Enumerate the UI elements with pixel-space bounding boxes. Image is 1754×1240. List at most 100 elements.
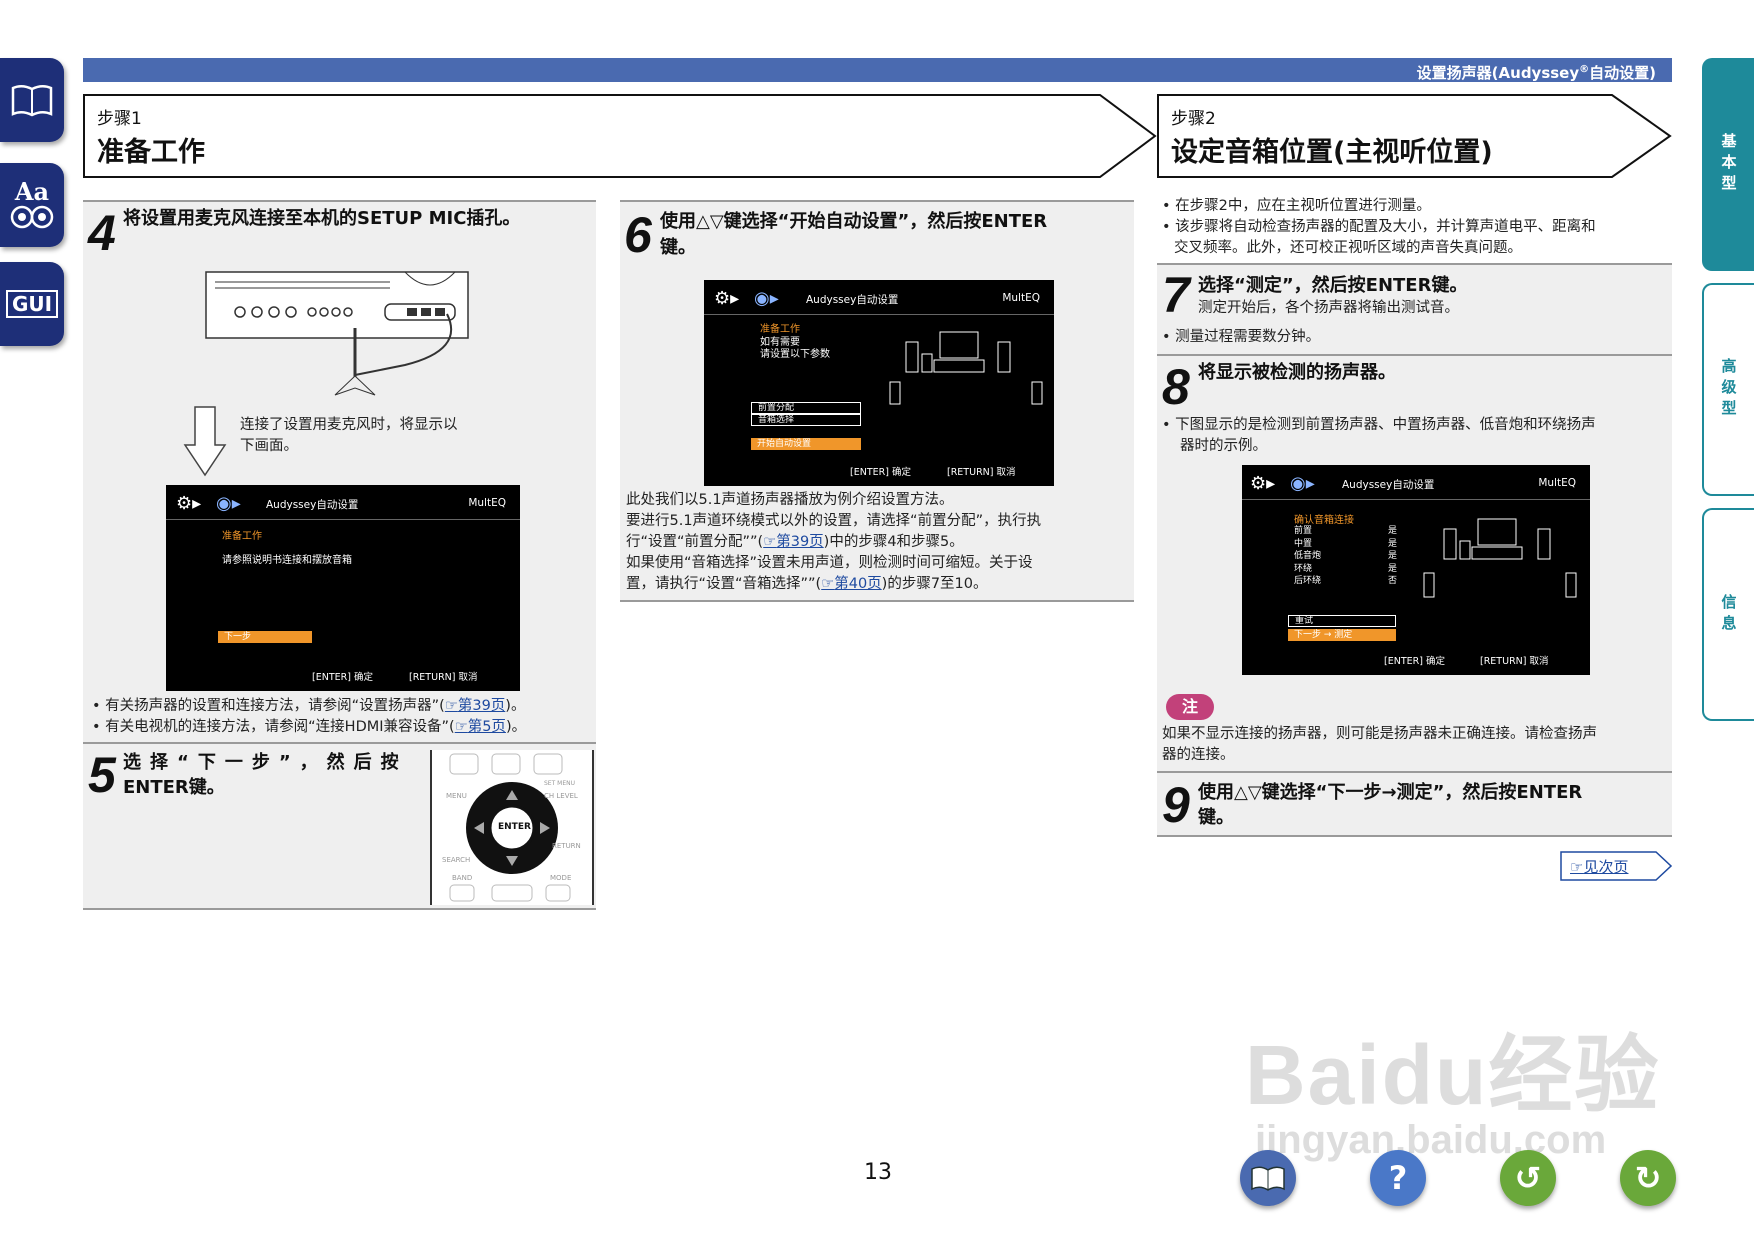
ch-level-button[interactable]: CH LEVEL [544,792,578,800]
step5-instruction: 选择“下一步”，然后按 [123,752,408,773]
step9-instruction: 使用△▽键选择“下一步→测定”，然后按ENTER [1198,782,1583,803]
bullet: 器时的示例。 [1180,438,1267,454]
screen-footer-enter: [ENTER] 确定 [1384,656,1445,667]
retry-option[interactable]: 重试 [1288,615,1396,627]
screen-footer-return: [RETURN] 取消 [1480,656,1549,667]
next-measure-option[interactable]: 下一步 → 测定 [1288,629,1396,641]
menu-button[interactable]: MENU [446,792,467,800]
step-number: 7 [1162,267,1190,323]
surround-speakers-icon [889,381,1043,405]
speaker-row: 低音炮是 [1294,551,1398,561]
tab-basic-label: 基本型 [1719,133,1738,196]
gear-icon: ⚙▸ [714,288,740,309]
caption-line: 连接了设置用麦克风时，将显示以 [240,417,458,433]
link-page-40[interactable]: ☞第40页 [821,576,881,592]
tv-screen-speaker-check: ⚙▸ ◉▸ Audyssey自动设置 MultEQ 确认音箱连接 前置是 中置是… [1242,465,1590,675]
speaker-list: 前置是 中置是 低音炮是 环绕是 后环绕否 [1294,525,1404,588]
speaker-select-option[interactable]: 音箱选择 [751,414,861,426]
forward-nav-button[interactable]: ↻ [1620,1150,1676,1206]
step5-instruction-2: ENTER键。 [123,777,225,798]
paragraph: 要进行5.1声道环绕模式以外的设置，请选择“前置分配”，执行执 [626,513,1042,529]
search-button[interactable]: SEARCH [442,856,470,864]
note-text: 器的连接。 [1162,747,1235,763]
bullet: • 该步骤将自动检查扬声器的配置及大小，并计算声道电平、距离和 [1162,219,1596,235]
return-button[interactable]: RETURN [552,842,581,850]
set-menu-label: SET MENU [544,780,576,787]
gui-icon: GUI [5,290,59,318]
paragraph: 如果使用“音箱选择”设置未用声道，则检测时间可缩短。关于设 [626,555,1033,571]
step6-instruction-2: 键。 [660,237,696,258]
down-arrow-icon [183,406,227,477]
step-number: 8 [1162,359,1190,415]
front-assign-option[interactable]: 前置分配 [751,402,861,414]
remote-illustration: ENTER MENU SEARCH RETURN CH LEVEL SET ME… [430,750,594,905]
step8-instruction: 将显示被检测的扬声器。 [1198,362,1396,383]
tab-info-label: 信息 [1719,593,1738,636]
tv-screen-prepare: ⚙▸ ◉▸ Audyssey自动设置 MultEQ 准备工作 请参照说明书连接和… [166,485,520,691]
gear-icon: ⚙▸ [1250,473,1276,494]
paragraph: 置，请执行“设置“音箱选择””(☞第40页)的步骤7至10。 [626,576,988,592]
tv-screen-start-setup: ⚙▸ ◉▸ Audyssey自动设置 MultEQ 准备工作 如有需要 请设置以… [704,280,1054,486]
link-page-5[interactable]: ☞第5页 [455,719,506,735]
mode-label: MODE [550,874,572,882]
speakers-icon [10,205,54,229]
start-auto-setup-option[interactable]: 开始自动设置 [751,438,861,450]
screen-title: Audyssey自动设置 [806,294,899,306]
help-nav-button[interactable]: ? [1370,1150,1426,1206]
receiver-mic-illustration [205,271,469,396]
tab-basic[interactable]: 基本型 [1702,58,1754,271]
mic-icon: ◉▸ [754,288,779,309]
tab-manual[interactable] [0,58,64,142]
screen-text: 请参照说明书连接和摆放音箱 [222,555,352,566]
manual-nav-button[interactable] [1240,1150,1296,1206]
bullet-speaker-setup: • 有关扬声器的设置和连接方法，请参阅“设置扬声器”(☞第39页)。 [92,698,526,714]
back-icon: ↺ [1514,1159,1542,1197]
speaker-row: 中置是 [1294,538,1398,549]
step1-title: 准备工作 [97,137,205,168]
note-badge: 注 [1166,694,1214,720]
tab-gui[interactable]: GUI [0,262,64,346]
step-number: 9 [1162,777,1190,833]
multeq-label: MultEQ [1538,477,1576,489]
caption-line: 下画面。 [240,438,298,454]
step4-instruction: 将设置用麦克风连接至本机的SETUP MIC插孔。 [123,208,521,229]
screen-text: 请设置以下参数 [760,349,830,360]
enter-button[interactable]: ENTER [498,822,531,832]
tab-advanced[interactable]: 高级型 [1702,283,1754,496]
next-step-option[interactable]: 下一步 [218,631,312,643]
paragraph: 此处我们以5.1声道扬声器播放为例介绍设置方法。 [626,492,954,508]
screen-footer-return: [RETURN] 取消 [409,672,478,683]
back-nav-button[interactable]: ↺ [1500,1150,1556,1206]
step1-label: 步骤1 [97,109,142,129]
speaker-row: 环绕是 [1294,563,1398,574]
step7-instruction: 选择“测定”，然后按ENTER键。 [1198,275,1468,296]
next-page-label: ☞见次页 [1570,858,1629,876]
step-number: 5 [88,747,116,803]
text-font-icon: Aa [14,177,50,206]
bullet: • 测量过程需要数分钟。 [1162,329,1321,345]
bullet: 交叉频率。此外，还可校正视听区域的声音失真问题。 [1174,240,1522,256]
step6-instruction: 使用△▽键选择“开始自动设置”，然后按ENTER [660,211,1048,232]
screen-title: Audyssey自动设置 [266,499,359,511]
paragraph: 行“设置“前置分配””(☞第39页)中的步骤4和步骤5。 [626,534,964,550]
mic-icon: ◉▸ [216,493,241,514]
watermark-url: jingyan.baidu.com [1255,1118,1607,1162]
speaker-row: 前置是 [1294,526,1398,536]
bullet-tv-connection: • 有关电视机的连接方法，请参阅“连接HDMI兼容设备”(☞第5页)。 [92,719,527,735]
tab-info[interactable]: 信息 [1702,508,1754,721]
next-page-button[interactable]: ☞见次页 [1560,851,1672,881]
screen-heading: 准备工作 [222,531,262,542]
link-page-39[interactable]: ☞第39页 [445,698,505,714]
bullet: • 下图显示的是检测到前置扬声器、中置扬声器、低音炮和环绕扬声 [1162,417,1596,433]
step1-header: 步骤1 准备工作 [83,94,1157,178]
section-header: 设置扬声器(Audyssey®自动设置) [83,58,1672,82]
tab-terms[interactable]: Aa [0,163,64,247]
step9-instruction-2: 键。 [1198,807,1234,828]
step2-header: 步骤2 设定音箱位置(主视听位置) [1157,94,1672,178]
link-page-39[interactable]: ☞第39页 [763,534,823,550]
help-icon: ? [1388,1159,1408,1197]
forward-icon: ↻ [1634,1159,1662,1197]
step2-label: 步骤2 [1171,109,1216,129]
note-text: 如果不显示连接的扬声器，则可能是扬声器未正确连接。请检查扬声 [1162,726,1597,742]
watermark-text: Baidu经验 [1245,1028,1661,1122]
